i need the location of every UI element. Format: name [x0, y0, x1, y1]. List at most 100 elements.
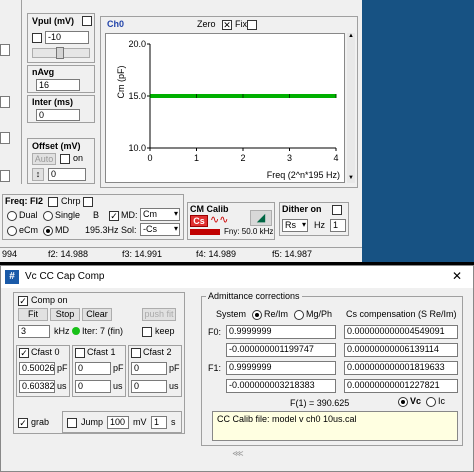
left-field-1[interactable]	[0, 44, 10, 56]
single-radio[interactable]	[43, 211, 53, 221]
x-tick-label: 2	[240, 153, 245, 163]
sys-f1-im[interactable]: -0.000000003218383	[226, 379, 336, 393]
inter-input[interactable]: 0	[36, 109, 80, 121]
inter-group: Inter (ms) 0	[27, 95, 95, 123]
navg-input[interactable]: 16	[36, 79, 80, 91]
cfast0-checkbox[interactable]: ✓	[19, 348, 29, 358]
cm-calib-group: CM Calib Cs ∿∿ ◢ Fny: 50.0 kHz	[187, 202, 275, 240]
mgph-radio[interactable]	[294, 310, 304, 320]
chrp-checkbox[interactable]	[83, 197, 93, 207]
md-checkbox[interactable]: ✓	[109, 211, 119, 221]
freq-cell-1: 994	[2, 249, 18, 259]
close-icon[interactable]: ✕	[447, 269, 467, 285]
stop-button[interactable]: Stop	[50, 308, 80, 321]
jump-checkbox[interactable]	[67, 418, 77, 428]
f1-label: F1:	[208, 363, 222, 373]
cs-f0-re[interactable]: 0.000000000004549091	[344, 325, 458, 339]
vc-label: Vc	[410, 396, 422, 406]
cs-f0-im[interactable]: 0.00000000006139114	[344, 343, 458, 357]
admittance-title: Admittance corrections	[206, 291, 302, 301]
vpul-enable-checkbox[interactable]	[32, 33, 42, 43]
jump-s-input[interactable]: 1	[151, 416, 167, 429]
admittance-group: Admittance corrections System Re/Im Mg/P…	[201, 291, 463, 446]
offset-group: Offset (mV) Auto on ↕ 0	[27, 138, 95, 184]
cfast1-us-input[interactable]: 0	[75, 380, 111, 393]
mgph-label: Mg/Ph	[306, 309, 333, 319]
cfast2-us-input[interactable]: 0	[131, 380, 167, 393]
dual-radio[interactable]	[7, 211, 17, 221]
sys-f1-re[interactable]: 0.9999999	[226, 361, 336, 375]
ecm-label: eCm	[19, 225, 39, 235]
freq-cell-3: f3: 14.991	[122, 249, 163, 259]
iter-label: Iter: 7 (fin)	[82, 326, 124, 336]
offset-label: Offset (mV)	[32, 141, 81, 151]
inter-label: Inter (ms)	[32, 97, 74, 107]
md-select[interactable]: Cm	[140, 208, 180, 221]
freq-cell-2: f2: 14.988	[48, 249, 89, 259]
rs-select[interactable]: Rs	[282, 219, 308, 232]
sys-f0-re[interactable]: 0.9999999	[226, 325, 336, 339]
cfast2-group: Cfast 2 0 pF 0 us	[128, 345, 182, 397]
offset-spin-button[interactable]: ↕	[32, 168, 44, 181]
left-field-2[interactable]	[0, 96, 10, 108]
jump-label: Jump	[81, 417, 104, 427]
jump-input[interactable]: 100	[107, 416, 129, 429]
offset-input[interactable]: 0	[48, 168, 86, 181]
resize-grip[interactable]: ⋘	[227, 450, 249, 458]
grab-checkbox[interactable]: ✓	[18, 418, 28, 428]
navg-label: nAvg	[32, 67, 55, 77]
left-field-4[interactable]	[0, 170, 10, 182]
f0-label: F0:	[208, 327, 222, 337]
dither-checkbox[interactable]	[332, 205, 342, 215]
x-tick-label: 1	[194, 153, 199, 163]
vpul-slider-thumb[interactable]	[56, 47, 64, 59]
freq-cell-4: f4: 14.989	[196, 249, 237, 259]
cfast0-us-input[interactable]: 0.60382	[19, 380, 55, 393]
md-radio[interactable]	[43, 226, 53, 236]
sol-select[interactable]: -Cs	[140, 223, 180, 236]
offset-on-label: on	[73, 153, 84, 163]
calib-scope-icon[interactable]: ◢	[250, 210, 272, 226]
system-label: System	[216, 309, 247, 319]
offset-auto-button[interactable]: Auto	[32, 153, 56, 165]
navg-group: nAvg 16	[27, 65, 95, 93]
fix-checkbox[interactable]	[247, 20, 257, 30]
cfast1-checkbox[interactable]	[75, 348, 85, 358]
hz-label: Hz	[314, 220, 325, 230]
reim-radio[interactable]	[252, 310, 262, 320]
vpul-checkbox[interactable]	[82, 16, 92, 26]
freq-checkbox[interactable]	[48, 197, 58, 207]
cs-f1-im[interactable]: 0.00000000001227821	[344, 379, 458, 393]
keep-checkbox[interactable]	[142, 327, 152, 337]
calib-file-box: CC Calib file: model v ch0 10us.cal	[212, 411, 458, 441]
cfast0-pf-input[interactable]: 0.50026	[19, 362, 55, 375]
vc-radio[interactable]	[398, 397, 408, 407]
left-field-3[interactable]	[0, 132, 10, 144]
zero-checkbox[interactable]: ✕	[222, 20, 232, 30]
cfast2-checkbox[interactable]	[131, 348, 141, 358]
cs-button[interactable]: Cs	[190, 215, 208, 227]
cfast2-pf-input[interactable]: 0	[131, 362, 167, 375]
vpul-input[interactable]: -10	[45, 31, 89, 44]
offset-on-checkbox[interactable]	[60, 154, 70, 164]
ic-radio[interactable]	[426, 397, 436, 407]
ecm-radio[interactable]	[7, 226, 17, 236]
hz-input[interactable]: 1	[330, 219, 346, 232]
comp-group: ✓ Comp on Fit Stop Clear push fit 3 kHz …	[13, 292, 185, 434]
y-tick-label: 10.0	[128, 143, 146, 153]
scroll-up-arrow[interactable]: ▲	[347, 33, 355, 41]
scroll-down-arrow[interactable]: ▼	[347, 175, 355, 183]
f1-readout: F(1) = 390.625	[290, 398, 350, 408]
clear-button[interactable]: Clear	[82, 308, 112, 321]
push-fit-button[interactable]: push fit	[142, 308, 176, 321]
single-label: Single	[55, 210, 81, 220]
reim-label: Re/Im	[264, 309, 289, 319]
app-icon: #	[5, 270, 19, 284]
comp-on-checkbox[interactable]: ✓	[18, 296, 28, 306]
fit-button[interactable]: Fit	[18, 308, 48, 321]
cfast1-pf-input[interactable]: 0	[75, 362, 111, 375]
khz-input[interactable]: 3	[18, 325, 50, 338]
sys-f0-im[interactable]: -0.000000001199747	[226, 343, 336, 357]
cs-f1-re[interactable]: 0.000000000001819633	[344, 361, 458, 375]
chart-scrollbar[interactable]: ▲ ▼	[347, 33, 355, 183]
